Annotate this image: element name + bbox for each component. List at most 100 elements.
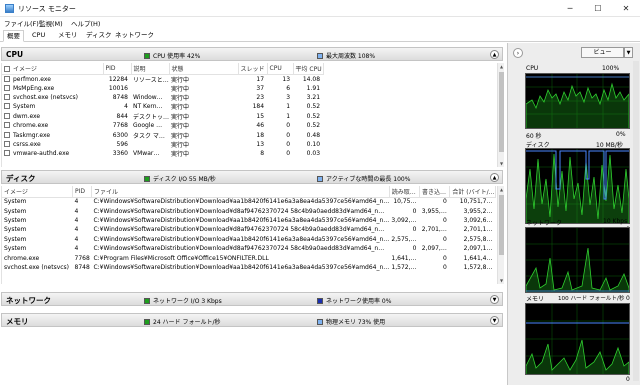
tab-disk[interactable]: ディスク [83, 30, 115, 42]
threads-cell: 18 [256, 131, 265, 139]
table-row[interactable]: svchost.exe (netsvcs) 8748 C:¥Windows¥Soft… [2, 263, 496, 272]
read-cell: 1,641,… [391, 254, 417, 262]
scroll-down-icon[interactable]: ▼ [498, 277, 505, 284]
checkbox[interactable] [4, 131, 10, 138]
table-row[interactable]: csrss.exe 596 実行中 13 0 0.10 [2, 140, 323, 149]
description-cell [131, 140, 169, 149]
cpu-cell: 1 [286, 112, 291, 120]
cpu-col-description[interactable]: 説明 [131, 63, 170, 75]
disk-col-file[interactable]: ファイル [91, 186, 390, 198]
overview-panel: CPU CPU 使用率 42% 最大周波数 108% ▲ イメージ PID 説明… [0, 43, 507, 385]
tab-network[interactable]: ネットワーク [112, 30, 157, 42]
status-cell: 実行中 [171, 104, 190, 112]
scroll-down-icon[interactable]: ▼ [498, 160, 505, 167]
disk-col-pid[interactable]: PID [72, 186, 92, 198]
menu-file[interactable]: ファイル(F) [4, 18, 39, 28]
checkbox[interactable] [4, 94, 10, 101]
table-row[interactable]: System 4 C:¥Windows¥SoftwareDistribution¥D… [2, 235, 496, 244]
disk-section-title: ディスク [6, 174, 36, 183]
disk-col-write[interactable]: 書き込… [419, 186, 451, 198]
scroll-up-icon[interactable]: ▲ [498, 186, 505, 193]
total-cell: 3,955,2… [463, 207, 493, 215]
tab-cpu[interactable]: CPU [29, 30, 48, 42]
disk-table-scrollbar[interactable]: ▲ ▼ [497, 186, 504, 284]
table-row[interactable]: chrome.exe 7768 Google … 実行中 46 0 0.52 [2, 121, 323, 130]
table-row[interactable]: System 4 C:¥Windows¥SoftwareDistribution¥D… [2, 225, 496, 234]
cpu-table: イメージ PID 説明 状態 スレッド CPU 平均 CPU perfmon.e… [2, 63, 324, 159]
table-row[interactable]: chrome.exe 7768 C:¥Program Files¥Microsoft… [2, 253, 496, 262]
disk-activity-table: イメージ PID ファイル 読み取… 書き込… 合計 (バイト/… System… [1, 186, 496, 284]
checkbox[interactable] [4, 75, 10, 82]
blue-swatch-icon [317, 319, 323, 325]
memory-section-header[interactable]: メモリ 24 ハード フォールト/秒 物理メモリ 73% 使用 ▼ [1, 313, 503, 327]
table-row[interactable]: vmware-authd.exe 3360 VMwar… 実行中 8 0 0.03 [2, 149, 323, 158]
minimize-button[interactable]: ─ [556, 0, 584, 17]
checkbox[interactable] [4, 150, 10, 157]
table-row[interactable]: System 4 C:¥Windows¥SoftwareDistribution¥D… [2, 206, 496, 215]
expand-chevron-down-icon[interactable]: ▼ [490, 295, 499, 304]
table-row[interactable]: perfmon.exe 12284 リソースと… 実行中 17 13 14.08 [2, 74, 323, 84]
checkbox[interactable] [4, 122, 10, 129]
menu-help[interactable]: ヘルプ(H) [71, 18, 100, 28]
graph-pane-scrollbar[interactable] [633, 61, 639, 381]
disk-col-read[interactable]: 読み取… [389, 186, 421, 198]
disk-col-image[interactable]: イメージ [2, 186, 74, 198]
cpu-col-pid[interactable]: PID [103, 63, 132, 75]
read-cell: 0 [412, 226, 417, 234]
cpu-table-scrollbar[interactable]: ▲ ▼ [497, 63, 504, 167]
expand-chevron-down-icon[interactable]: ▼ [490, 316, 499, 325]
table-row[interactable]: dwm.exe 844 デスクトッ… 実行中 15 1 0.52 [2, 112, 323, 121]
disk-col-total[interactable]: 合計 (バイト/… [449, 186, 496, 198]
cpu-col-image[interactable]: イメージ [2, 63, 104, 75]
cpu-col-avg-cpu[interactable]: 平均 CPU [293, 63, 324, 75]
table-row[interactable]: System 4 C:¥Windows¥SoftwareDistribution¥D… [2, 197, 496, 206]
cpu-section-header[interactable]: CPU CPU 使用率 42% 最大周波数 108% ▲ [1, 47, 503, 61]
cpu-graph-plot [526, 74, 629, 128]
table-row[interactable]: System 4 C:¥Windows¥SoftwareDistribution¥D… [2, 216, 496, 225]
avg-cpu-cell: 14.08 [302, 75, 321, 83]
table-row[interactable]: System 4 NT Kern… 実行中 184 1 0.52 [2, 102, 323, 111]
resource-monitor-icon [5, 4, 14, 13]
cpu-graph-min: 0% [616, 131, 626, 138]
checkbox[interactable] [4, 65, 10, 72]
status-cell: 実行中 [171, 142, 190, 150]
network-section-header[interactable]: ネットワーク ネットワーク I/O 3 Kbps ネットワーク使用率 0% ▼ [1, 292, 503, 306]
cpu-frequency-legend: 最大周波数 108% [317, 51, 375, 60]
read-cell: 10,75… [393, 198, 417, 206]
close-button[interactable]: ✕ [612, 0, 640, 17]
maximize-button[interactable]: ☐ [584, 0, 612, 17]
cpu-col-threads[interactable]: スレッド [238, 63, 268, 75]
table-row[interactable]: System 4 C:¥Windows¥SoftwareDistribution¥D… [2, 244, 496, 253]
green-swatch-icon [144, 53, 150, 59]
checkbox[interactable] [4, 84, 10, 91]
collapse-chevron-up-icon[interactable]: ▲ [490, 50, 499, 59]
scroll-thumb[interactable] [499, 72, 504, 152]
table-row[interactable]: Taskmgr.exe 6300 タスク マ… 実行中 18 0 0.48 [2, 130, 323, 140]
disk-io-text: ディスク I/O 55 MB/秒 [153, 176, 216, 183]
table-row[interactable]: svchost.exe (netsvcs) 8748 Window… 実行中 23 3 3.… [2, 93, 323, 102]
tab-memory[interactable]: メモリ [55, 30, 81, 42]
view-button[interactable]: ビュー [581, 47, 624, 58]
menu-monitor[interactable]: 監視(M) [39, 18, 63, 28]
disk-section-header[interactable]: ディスク ディスク I/O 55 MB/秒 アクティブな時間の最長 100% ▲ [1, 170, 503, 184]
table-row[interactable]: MsMpEng.exe 10016 実行中 37 6 1.91 [2, 84, 323, 93]
cpu-col-cpu[interactable]: CPU [267, 63, 294, 75]
disk-active-time-text: アクティブな時間の最長 100% [326, 176, 411, 183]
collapse-chevron-up-icon[interactable]: ▲ [490, 173, 499, 182]
graph-pane: › ビュー ▼ CPU 100% 60 秒 0% ディスク 10 MB/秒 0 … [507, 43, 640, 385]
hard-faults-text: 24 ハード フォールト/秒 [153, 319, 221, 326]
description-cell: タスク マ… [133, 132, 165, 140]
chevron-down-icon[interactable]: ▼ [624, 47, 633, 58]
network-usage-text: ネットワーク使用率 0% [326, 298, 392, 305]
checkbox[interactable] [4, 141, 10, 148]
tab-overview[interactable]: 概要 [3, 30, 24, 42]
status-cell: 実行中 [171, 76, 190, 84]
checkbox[interactable] [4, 112, 10, 119]
avg-cpu-cell: 1.91 [306, 84, 321, 92]
scroll-thumb[interactable] [499, 195, 504, 255]
scroll-up-icon[interactable]: ▲ [498, 63, 505, 70]
cpu-col-status[interactable]: 状態 [169, 63, 239, 75]
menu-bar: ファイル(F) 監視(M) ヘルプ(H) [0, 17, 640, 29]
checkbox[interactable] [4, 103, 10, 110]
chevron-right-icon[interactable]: › [513, 48, 523, 58]
